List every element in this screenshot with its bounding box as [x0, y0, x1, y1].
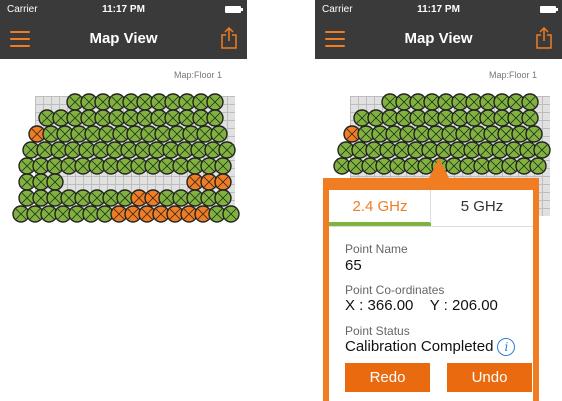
- share-icon[interactable]: [220, 27, 238, 49]
- calibration-point[interactable]: [214, 157, 232, 175]
- point-status-row: Calibration Completed i: [345, 338, 516, 357]
- calibration-point[interactable]: [210, 125, 228, 143]
- calibration-point[interactable]: [206, 109, 224, 127]
- calibration-point[interactable]: [521, 93, 539, 111]
- map-view-screen-right: Carrier 11:17 PM Map View Map:Floor 1 2.…: [315, 0, 562, 401]
- calibration-point[interactable]: [206, 93, 224, 111]
- status-bar: Carrier 11:17 PM: [0, 0, 247, 19]
- tab-5-ghz[interactable]: 5 GHz: [430, 190, 533, 223]
- map-floor-label: Map:Floor 1: [173, 70, 222, 80]
- calibration-point[interactable]: [46, 173, 64, 191]
- nav-bar: Map View: [315, 19, 562, 59]
- calibration-point[interactable]: [214, 189, 232, 207]
- status-bar: Carrier 11:17 PM: [315, 0, 562, 19]
- undo-button[interactable]: Undo: [447, 363, 532, 392]
- floor-map[interactable]: [12, 88, 245, 238]
- point-status-value: Calibration Completed: [345, 338, 494, 355]
- tab-2-4-ghz[interactable]: 2.4 GHz: [329, 190, 431, 226]
- point-coords-label: Point Co-ordinates: [345, 283, 445, 297]
- battery-icon: [540, 6, 558, 13]
- calibration-point[interactable]: [525, 125, 543, 143]
- map-view-screen-left: Carrier 11:17 PM Map View Map:Floor 1: [0, 0, 247, 401]
- calibration-point[interactable]: [214, 173, 232, 191]
- calibration-point[interactable]: [529, 157, 547, 175]
- point-name-label: Point Name: [345, 242, 408, 256]
- point-name-value: 65: [345, 257, 362, 274]
- point-status-label: Point Status: [345, 324, 410, 338]
- page-title: Map View: [404, 30, 473, 47]
- battery-icon: [225, 6, 243, 13]
- point-coords-value: X : 366.00 Y : 206.00: [345, 297, 498, 314]
- calibration-point[interactable]: [533, 141, 551, 159]
- page-title: Map View: [89, 30, 158, 47]
- info-icon[interactable]: i: [497, 338, 516, 357]
- nav-bar: Map View: [0, 19, 247, 59]
- calibration-point[interactable]: [222, 205, 240, 223]
- calibration-points[interactable]: [12, 88, 245, 238]
- popup-pointer: [429, 158, 449, 178]
- status-time: 11:17 PM: [417, 4, 460, 15]
- band-tabs: 2.4 GHz 5 GHz: [329, 190, 533, 227]
- redo-button[interactable]: Redo: [345, 363, 430, 392]
- calibration-point[interactable]: [218, 141, 236, 159]
- point-detail-popup: 2.4 GHz 5 GHz Point Name 65 Point Co-ord…: [323, 178, 539, 401]
- status-time: 11:17 PM: [102, 4, 145, 15]
- calibration-point[interactable]: [521, 109, 539, 127]
- share-icon[interactable]: [535, 27, 553, 49]
- map-floor-label: Map:Floor 1: [488, 70, 537, 80]
